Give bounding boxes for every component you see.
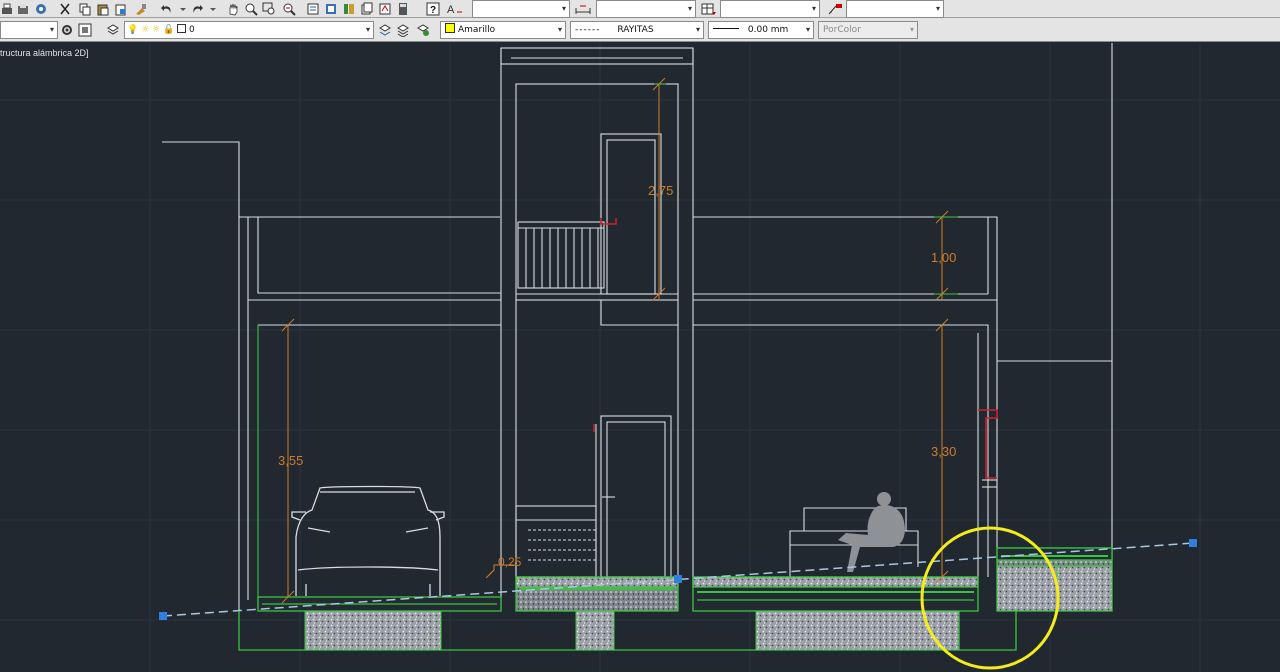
lineweight-control-combo[interactable]: 0.00 mm ▾ xyxy=(708,21,814,39)
zoom-previous-icon[interactable] xyxy=(282,2,296,16)
plotstyle-control-combo: PorColor ▾ xyxy=(818,21,918,39)
grip-mid[interactable] xyxy=(674,575,682,583)
undo-dropdown-icon[interactable] xyxy=(176,2,190,16)
print-icon[interactable] xyxy=(0,2,14,16)
help-icon[interactable]: ? xyxy=(426,2,440,16)
layer-color-swatch xyxy=(177,24,187,33)
multileader-style-icon[interactable] xyxy=(826,2,842,16)
quick-calc-icon[interactable] xyxy=(396,2,410,16)
color-value: Amarillo xyxy=(458,25,496,35)
publish-icon[interactable] xyxy=(34,2,48,16)
dimension-ground-floor: 3,30 xyxy=(931,444,956,459)
make-current-layer-icon[interactable] xyxy=(378,23,392,37)
copy-icon[interactable] xyxy=(78,2,92,16)
standard-toolbar: ? A ▾ ▾ ▾ ▾ xyxy=(0,0,1280,18)
grip-start[interactable] xyxy=(159,612,167,620)
autocad-window: ? A ▾ ▾ ▾ ▾ ▾ 💡 ☼ ☼ 🔓 0 ▾ Amarillo▾ --- xyxy=(0,0,1280,672)
plotstyle-value: PorColor xyxy=(823,25,861,35)
zoom-window-icon[interactable] xyxy=(262,2,276,16)
dimension-ticks-green xyxy=(654,83,958,295)
linetype-value: RAYITAS xyxy=(617,25,654,35)
layer-lock-icon[interactable]: 🔓 xyxy=(163,25,174,35)
layer-on-icon[interactable]: 💡 xyxy=(127,25,138,35)
linetype-dash: ------ xyxy=(575,25,601,35)
multileader-style-combo[interactable]: ▾ xyxy=(846,0,944,18)
redo-icon[interactable] xyxy=(190,2,204,16)
undo-icon[interactable] xyxy=(160,2,174,16)
layer-properties-icon[interactable] xyxy=(60,23,74,37)
lineweight-line xyxy=(713,28,739,29)
dimension-lines xyxy=(281,77,949,604)
dimension-style-icon[interactable] xyxy=(574,2,591,16)
layer-stack-icon[interactable] xyxy=(106,23,120,37)
lineweight-value: 0.00 mm xyxy=(747,25,789,35)
drawing-canvas[interactable]: 2,75 1,00 3,55 3,30 0,25 xyxy=(0,43,1280,672)
paste-icon[interactable] xyxy=(96,2,110,16)
car-silhouette xyxy=(291,485,445,596)
dimension-garage: 3,55 xyxy=(278,453,303,468)
layer-isolate-icon[interactable] xyxy=(416,23,430,37)
layer-previous-icon[interactable] xyxy=(396,23,410,37)
cut-icon[interactable] xyxy=(58,2,72,16)
design-center-icon[interactable] xyxy=(324,2,338,16)
plot-preview-icon[interactable] xyxy=(16,2,30,16)
dimension-upper-floor: 2,75 xyxy=(648,183,673,198)
properties-icon[interactable] xyxy=(306,2,320,16)
linetype-control-combo[interactable]: ------ RAYITAS ▾ xyxy=(570,21,704,39)
dimension-step: 0,25 xyxy=(498,555,522,569)
text-style-combo[interactable]: ▾ xyxy=(472,0,570,18)
color-swatch xyxy=(445,23,455,33)
dimension-parapet: 1,00 xyxy=(931,250,956,265)
match-properties-icon[interactable] xyxy=(134,2,148,16)
zoom-realtime-icon[interactable] xyxy=(244,2,258,16)
viewport-label[interactable]: tructura alámbrica 2D] xyxy=(0,48,89,58)
building-section xyxy=(162,43,1113,610)
workspace-combo[interactable]: ▾ xyxy=(0,21,58,39)
redo-dropdown-icon[interactable] xyxy=(206,2,220,16)
pan-icon[interactable] xyxy=(226,2,240,16)
markup-set-icon[interactable] xyxy=(378,2,392,16)
layer-freeze-icon[interactable]: ☼ xyxy=(141,25,149,35)
text-style-icon[interactable]: A xyxy=(446,2,462,16)
table-style-icon[interactable] xyxy=(700,2,716,16)
railing-bars xyxy=(525,228,599,288)
grip-end[interactable] xyxy=(1189,539,1197,547)
dimension-style-combo[interactable]: ▾ xyxy=(596,0,696,18)
layers-properties-toolbar: ▾ 💡 ☼ ☼ 🔓 0 ▾ Amarillo ▾ ------ RAYITAS ▾ … xyxy=(0,18,1280,42)
paste-block-icon[interactable] xyxy=(114,2,128,16)
svg-text:A: A xyxy=(447,4,455,16)
layer-name: 0 xyxy=(188,25,195,35)
color-control-combo[interactable]: Amarillo ▾ xyxy=(440,21,566,39)
layer-viewport-icon[interactable]: ☼ xyxy=(152,25,160,35)
tool-palettes-icon[interactable] xyxy=(342,2,356,16)
layer-control-combo[interactable]: 💡 ☼ ☼ 🔓 0 ▾ xyxy=(124,21,374,39)
table-style-combo[interactable]: ▾ xyxy=(720,0,820,18)
sheet-set-icon[interactable] xyxy=(360,2,374,16)
layer-states-icon[interactable] xyxy=(78,23,92,37)
person-silhouette xyxy=(838,492,905,572)
svg-text:?: ? xyxy=(430,5,436,16)
